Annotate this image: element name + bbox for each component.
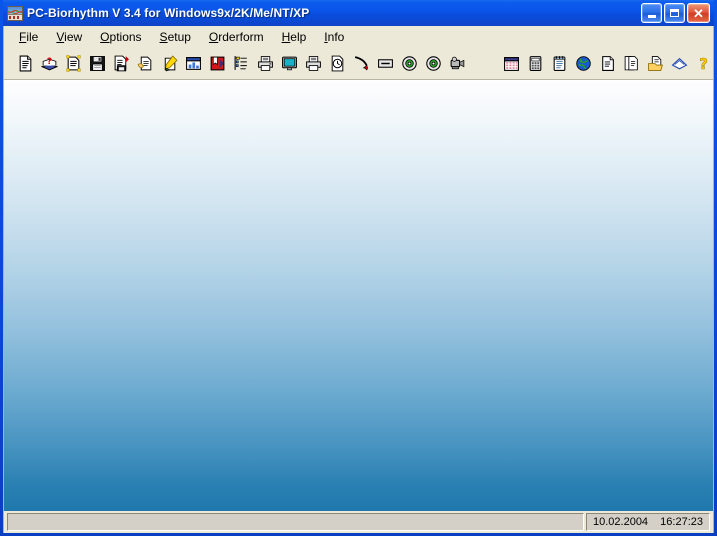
close-icon: ✕ — [693, 5, 704, 21]
help-question-icon: ? — [698, 55, 708, 72]
help-button[interactable]: ? — [691, 52, 713, 76]
edit-document-hand-icon — [137, 56, 151, 71]
print-icon — [257, 56, 273, 71]
toolbar: ? ? — [4, 48, 713, 80]
pencil-write-icon — [164, 55, 178, 72]
document-highlight-button[interactable] — [61, 52, 85, 76]
print-alt-button[interactable] — [301, 52, 325, 76]
status-datetime-panel: 10.02.2004 16:27:23 — [586, 513, 710, 531]
copy-documents-icon — [624, 56, 638, 71]
monitor-preview-button[interactable] — [277, 52, 301, 76]
red-book-button[interactable] — [205, 52, 229, 76]
menu-item-file[interactable]: File — [10, 28, 47, 47]
window-title: PC-Biorhythm V 3.4 for Windows9x/2K/Me/N… — [27, 6, 310, 20]
monitor-preview-icon — [281, 56, 297, 71]
cd-disc-icon — [401, 56, 417, 71]
cd-disc-alt-icon — [425, 56, 441, 71]
edit-document-button[interactable] — [133, 52, 157, 76]
close-button[interactable]: ✕ — [687, 3, 710, 23]
red-pen-icon — [354, 56, 368, 71]
red-pen-button[interactable] — [349, 52, 373, 76]
save-floppy-icon — [89, 56, 105, 71]
document-clock-button[interactable] — [325, 52, 349, 76]
client-frame: File View Options Setup Orderform Help I… — [3, 26, 714, 533]
camcorder-button[interactable] — [445, 52, 469, 76]
status-message-panel — [7, 513, 584, 531]
maximize-button[interactable] — [664, 3, 685, 23]
form-window-button[interactable] — [181, 52, 205, 76]
pencil-write-button[interactable] — [157, 52, 181, 76]
calculator-button[interactable] — [523, 52, 547, 76]
blue-book-button[interactable] — [667, 52, 691, 76]
list-tree-button[interactable] — [229, 52, 253, 76]
red-book-icon — [210, 56, 224, 71]
notepad-icon — [553, 56, 565, 71]
status-time: 16:27:23 — [660, 516, 703, 528]
status-date: 10.02.2004 — [593, 516, 649, 528]
blue-book-icon — [671, 57, 687, 70]
status-bar: 10.02.2004 16:27:23 — [4, 511, 713, 533]
title-bar[interactable]: PC-Biorhythm V 3.4 for Windows9x/2K/Me/N… — [3, 0, 714, 26]
svg-text:?: ? — [47, 57, 52, 67]
document-button[interactable] — [595, 52, 619, 76]
menu-item-options[interactable]: Options — [91, 28, 150, 47]
svg-text:?: ? — [699, 55, 708, 72]
minimize-icon — [647, 15, 656, 18]
open-book-question-button[interactable]: ? — [37, 52, 61, 76]
menu-item-help[interactable]: Help — [273, 28, 316, 47]
menu-item-info[interactable]: Info — [315, 28, 353, 47]
notepad-button[interactable] — [547, 52, 571, 76]
new-document-icon — [19, 55, 31, 72]
copy-documents-button[interactable] — [619, 52, 643, 76]
document-client-area[interactable] — [4, 80, 713, 511]
save-as-button[interactable] — [109, 52, 133, 76]
maximize-icon — [670, 9, 679, 17]
cd-disc-alt-button[interactable] — [421, 52, 445, 76]
window-controls: ✕ — [641, 3, 714, 23]
label-textbox-icon — [377, 59, 393, 68]
menu-item-setup[interactable]: Setup — [151, 28, 200, 47]
save-button[interactable] — [85, 52, 109, 76]
globe-world-icon — [575, 56, 591, 71]
camcorder-icon — [450, 56, 464, 70]
open-book-question-icon: ? — [40, 57, 58, 71]
document-icon — [601, 56, 614, 71]
minimize-button[interactable] — [641, 3, 662, 23]
calendar-icon — [503, 57, 519, 71]
print-alt-icon — [305, 56, 321, 71]
document-highlight-icon — [65, 55, 81, 72]
print-button[interactable] — [253, 52, 277, 76]
form-window-icon — [185, 57, 201, 70]
document-clock-icon — [331, 55, 343, 72]
calculator-icon — [529, 56, 541, 71]
menu-item-orderform[interactable]: Orderform — [200, 28, 273, 47]
menu-item-view[interactable]: View — [47, 28, 91, 47]
open-folder-document-button[interactable] — [643, 52, 667, 76]
open-folder-document-icon — [647, 56, 663, 71]
list-tree-icon — [234, 56, 247, 70]
application-window: PC-Biorhythm V 3.4 for Windows9x/2K/Me/N… — [0, 0, 717, 536]
biorhythm-chart-icon[interactable] — [7, 5, 23, 21]
menu-bar: File View Options Setup Orderform Help I… — [4, 26, 713, 48]
save-as-document-icon — [114, 55, 129, 72]
cd-disc-button[interactable] — [397, 52, 421, 76]
calendar-button[interactable] — [499, 52, 523, 76]
new-document-button[interactable] — [13, 52, 37, 76]
globe-world-button[interactable] — [571, 52, 595, 76]
label-textbox-button[interactable] — [373, 52, 397, 76]
